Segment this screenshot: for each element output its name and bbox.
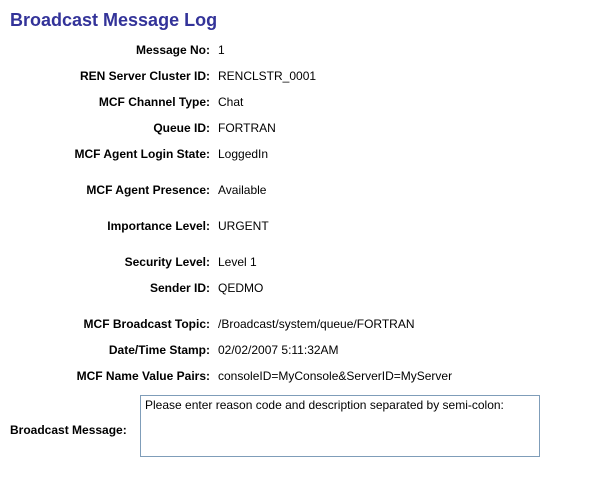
presence-label: MCF Agent Presence: bbox=[10, 183, 218, 197]
datetime-value: 02/02/2007 5:11:32AM bbox=[218, 343, 585, 357]
queue-id-label: Queue ID: bbox=[10, 121, 218, 135]
security-row: Security Level: Level 1 bbox=[10, 255, 585, 269]
message-no-label: Message No: bbox=[10, 43, 218, 57]
message-no-value: 1 bbox=[218, 43, 585, 57]
security-value: Level 1 bbox=[218, 255, 585, 269]
sender-id-value: QEDMO bbox=[218, 281, 585, 295]
importance-row: Importance Level: URGENT bbox=[10, 219, 585, 233]
page-title: Broadcast Message Log bbox=[10, 10, 585, 31]
broadcast-message-row: Broadcast Message: bbox=[10, 395, 585, 457]
datetime-label: Date/Time Stamp: bbox=[10, 343, 218, 357]
channel-type-value: Chat bbox=[218, 95, 585, 109]
broadcast-topic-label: MCF Broadcast Topic: bbox=[10, 317, 218, 331]
broadcast-message-textarea[interactable] bbox=[140, 395, 540, 457]
login-state-value: LoggedIn bbox=[218, 147, 585, 161]
security-label: Security Level: bbox=[10, 255, 218, 269]
nv-pairs-label: MCF Name Value Pairs: bbox=[10, 369, 218, 383]
nv-pairs-row: MCF Name Value Pairs: consoleID=MyConsol… bbox=[10, 369, 585, 383]
login-state-row: MCF Agent Login State: LoggedIn bbox=[10, 147, 585, 161]
broadcast-topic-row: MCF Broadcast Topic: /Broadcast/system/q… bbox=[10, 317, 585, 331]
importance-label: Importance Level: bbox=[10, 219, 218, 233]
ren-cluster-label: REN Server Cluster ID: bbox=[10, 69, 218, 83]
sender-id-row: Sender ID: QEDMO bbox=[10, 281, 585, 295]
importance-value: URGENT bbox=[218, 219, 585, 233]
queue-id-value: FORTRAN bbox=[218, 121, 585, 135]
message-no-row: Message No: 1 bbox=[10, 43, 585, 57]
datetime-row: Date/Time Stamp: 02/02/2007 5:11:32AM bbox=[10, 343, 585, 357]
ren-cluster-value: RENCLSTR_0001 bbox=[218, 69, 585, 83]
queue-id-row: Queue ID: FORTRAN bbox=[10, 121, 585, 135]
channel-type-row: MCF Channel Type: Chat bbox=[10, 95, 585, 109]
presence-value: Available bbox=[218, 183, 585, 197]
broadcast-message-label: Broadcast Message: bbox=[10, 395, 140, 437]
broadcast-topic-value: /Broadcast/system/queue/FORTRAN bbox=[218, 317, 585, 331]
login-state-label: MCF Agent Login State: bbox=[10, 147, 218, 161]
sender-id-label: Sender ID: bbox=[10, 281, 218, 295]
channel-type-label: MCF Channel Type: bbox=[10, 95, 218, 109]
nv-pairs-value: consoleID=MyConsole&ServerID=MyServer bbox=[218, 369, 585, 383]
ren-cluster-row: REN Server Cluster ID: RENCLSTR_0001 bbox=[10, 69, 585, 83]
presence-row: MCF Agent Presence: Available bbox=[10, 183, 585, 197]
